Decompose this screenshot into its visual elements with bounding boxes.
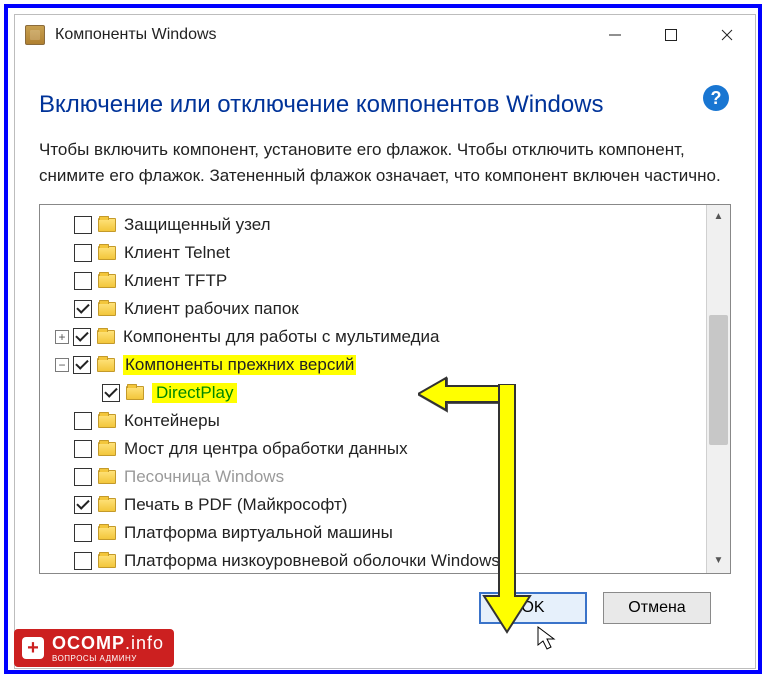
scroll-down-button[interactable]: ▼ [707,549,730,573]
titlebar: Компоненты Windows [15,15,755,55]
checkbox[interactable] [74,244,92,262]
watermark-brand: OCOMP [52,633,125,653]
help-button[interactable]: ? [703,85,729,111]
checkbox[interactable] [74,412,92,430]
page-heading: Включение или отключение компонентов Win… [39,91,731,119]
window-title: Компоненты Windows [55,26,217,44]
tree-row[interactable]: Клиент рабочих папок [44,295,706,323]
watermark-tld: .info [125,633,164,653]
checkbox[interactable] [102,384,120,402]
tree-item-label: Клиент рабочих папок [124,299,299,319]
tree-row[interactable]: Контейнеры [44,407,706,435]
page-description: Чтобы включить компонент, установите его… [39,137,731,190]
tree-row[interactable]: Мост для центра обработки данных [44,435,706,463]
tree-row[interactable]: DirectPlay [44,379,706,407]
maximize-button[interactable] [643,15,699,55]
folder-icon [98,302,116,316]
tree-item-label: Песочница Windows [124,467,284,487]
scroll-thumb[interactable] [709,315,728,445]
folder-icon [126,386,144,400]
scroll-up-button[interactable]: ▲ [707,205,730,229]
tree-row[interactable]: Защищенный узел [44,211,706,239]
folder-icon [98,218,116,232]
folder-icon [97,358,115,372]
folder-icon [98,442,116,456]
dialog-footer: OK Отмена [39,574,731,624]
tree-item-label: Клиент TFTP [124,271,227,291]
tree-item-label: Компоненты для работы с мультимедиа [123,327,439,347]
close-icon [720,28,734,42]
tree-item-label: DirectPlay [152,383,237,403]
checkbox[interactable] [73,356,91,374]
checkbox[interactable] [74,272,92,290]
tree-row[interactable]: Платформа низкоуровневой оболочки Window… [44,547,706,574]
folder-icon [98,246,116,260]
feature-tree: Защищенный узел Клиент Telnet Клиент TFTP К… [39,204,731,574]
folder-icon [98,274,116,288]
checkbox[interactable] [74,552,92,570]
cancel-button[interactable]: Отмена [603,592,711,624]
collapse-icon[interactable]: − [55,358,69,372]
checkbox[interactable] [74,216,92,234]
tree-item-label: Мост для центра обработки данных [124,439,408,459]
app-icon [25,25,45,45]
tree-item-label: Платформа виртуальной машины [124,523,393,543]
content-area: ? Включение или отключение компонентов W… [15,55,755,624]
watermark-plus-icon: + [22,637,44,659]
close-button[interactable] [699,15,755,55]
watermark-sub: ВОПРОСЫ АДМИНУ [52,654,164,663]
folder-icon [98,470,116,484]
folder-icon [98,414,116,428]
tree-row[interactable]: Печать в PDF (Майкрософт) [44,491,706,519]
folder-icon [98,554,116,568]
tree-row[interactable]: Клиент TFTP [44,267,706,295]
scrollbar[interactable]: ▲ ▼ [706,205,730,573]
folder-icon [98,526,116,540]
tree-item-label: Клиент Telnet [124,243,230,263]
tree-row[interactable]: + Компоненты для работы с мультимедиа [44,323,706,351]
minimize-button[interactable] [587,15,643,55]
tree-item-label: Печать в PDF (Майкрософт) [124,495,347,515]
tree-item-label: Контейнеры [124,411,220,431]
maximize-icon [664,28,678,42]
ok-button[interactable]: OK [479,592,587,624]
tree-row[interactable]: Платформа виртуальной машины [44,519,706,547]
checkbox[interactable] [74,524,92,542]
tree-item-label: Компоненты прежних версий [123,355,356,375]
tree-row[interactable]: Песочница Windows [44,463,706,491]
checkbox[interactable] [73,328,91,346]
minimize-icon [608,28,622,42]
watermark: + OCOMP.info ВОПРОСЫ АДМИНУ [14,629,174,667]
tree-row[interactable]: − Компоненты прежних версий [44,351,706,379]
tree-row[interactable]: Клиент Telnet [44,239,706,267]
checkbox[interactable] [74,468,92,486]
window-buttons [587,15,755,55]
folder-icon [98,498,116,512]
folder-icon [97,330,115,344]
window: Компоненты Windows ? Включение или отклю… [14,14,756,669]
expand-icon[interactable]: + [55,330,69,344]
tree-item-label: Платформа низкоуровневой оболочки Window… [124,551,500,571]
tree-item-label: Защищенный узел [124,215,271,235]
checkbox[interactable] [74,496,92,514]
checkbox[interactable] [74,300,92,318]
checkbox[interactable] [74,440,92,458]
